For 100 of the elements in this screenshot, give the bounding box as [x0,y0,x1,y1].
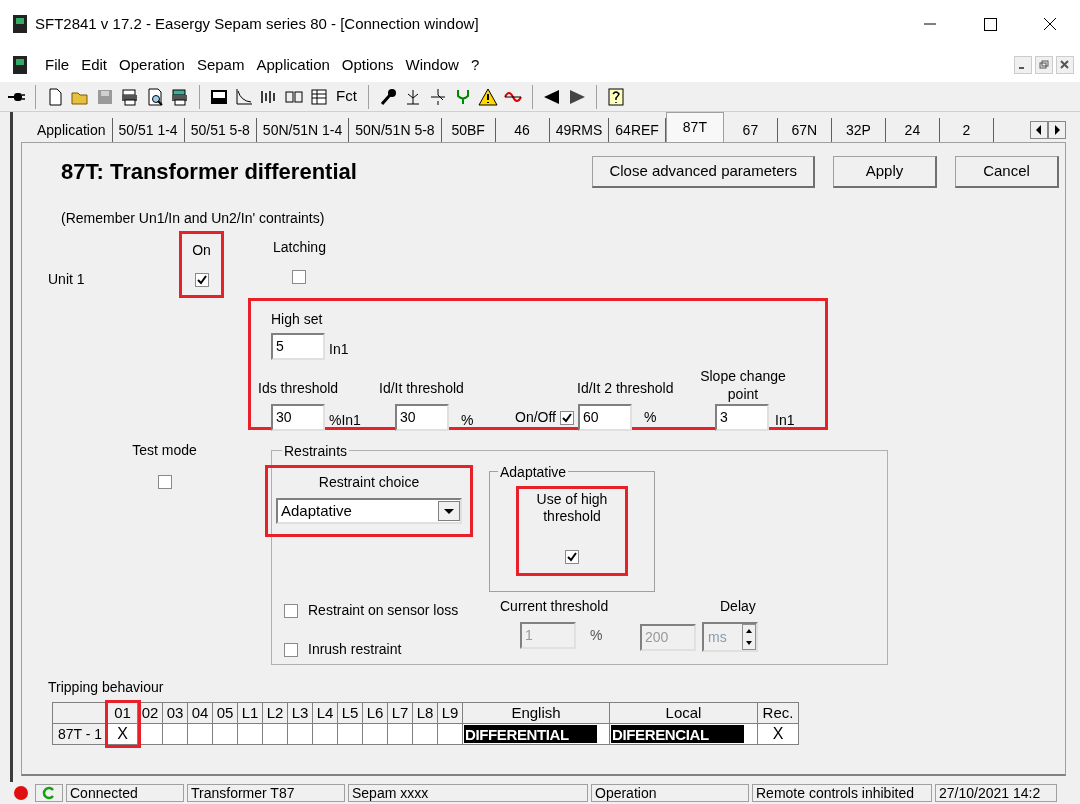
label: % [644,408,657,427]
table-cell[interactable] [313,724,338,745]
table-cell[interactable] [263,724,288,745]
label: Id/It 2 threshold [577,379,674,398]
input-field[interactable]: 30 [271,404,325,431]
table-cell[interactable] [338,724,363,745]
column-header: L3 [288,703,313,724]
table-cell[interactable] [288,724,313,745]
label: Delay [720,597,757,616]
table-cell[interactable] [188,724,213,745]
table-cell[interactable] [163,724,188,745]
table-cell[interactable] [213,724,238,745]
tab-scroll-right-icon[interactable] [1048,121,1066,139]
label: Inrush restraint [308,640,402,659]
column-header: 04 [188,703,213,724]
column-header: English [463,703,610,724]
tab[interactable]: 87T [665,112,724,142]
checkbox[interactable] [565,550,579,564]
curve-chart-icon[interactable] [234,86,254,107]
checkbox[interactable] [157,475,172,489]
spinner-arrows-icon[interactable] [742,624,756,650]
dialog-button[interactable]: Close advanced parameters [592,155,815,188]
label: Use of high threshold [535,491,609,525]
print-preview-icon[interactable] [145,86,165,107]
input-field[interactable]: 3 [715,404,769,431]
column-header: L5 [338,703,363,724]
dialog-button[interactable]: Cancel [955,155,1059,188]
label: Slope change point [699,367,787,403]
menu-item[interactable]: Application [250,53,336,77]
column-header: L1 [238,703,263,724]
label: Current threshold [500,597,610,616]
column-header: L8 [413,703,438,724]
input-field[interactable]: 5 [271,333,325,360]
label: Ids threshold [258,379,339,398]
function-button[interactable]: Fct [334,85,359,108]
warning-icon[interactable] [477,86,498,107]
checkbox[interactable] [284,642,298,657]
column-header: L7 [388,703,413,724]
dialog-button[interactable]: Apply [833,155,937,188]
input-field[interactable]: 60 [578,404,632,431]
column-header: Rec. [758,703,799,724]
menu-item[interactable]: Sepam [190,53,251,77]
table-cell[interactable] [138,724,163,745]
checkbox[interactable] [292,270,307,284]
table-cell[interactable] [438,724,463,745]
table-cell[interactable] [388,724,413,745]
app-icon [13,15,27,33]
column-header: L2 [263,703,288,724]
restraint-choice-dropdown[interactable]: Adaptative [276,498,462,524]
menu-item[interactable]: Options [335,53,400,77]
menu-item[interactable]: Edit [75,53,114,77]
checkbox[interactable] [194,273,209,287]
column-header: 03 [163,703,188,724]
column-header: 05 [213,703,238,724]
menu-item[interactable]: Operation [113,53,191,77]
label: High set [271,310,324,329]
window-title: SFT2841 v 17.2 - Easergy Sepam series 80 - [Connection window] [35,13,479,34]
status-field: Connected [66,784,184,802]
table-cell[interactable] [238,724,263,745]
restore-icon[interactable] [1035,56,1053,74]
panel-heading: 87T: Transformer differential [61,158,357,186]
label: %In1 [329,411,361,430]
print-stack-icon[interactable] [170,86,190,107]
table-icon[interactable] [309,86,329,107]
label: In1 [775,411,795,430]
column-header: 01 [108,703,138,724]
input-field[interactable]: 30 [395,404,449,431]
label: Latching [273,238,326,257]
help-icon[interactable] [605,86,626,107]
print-stack-icon[interactable] [120,86,140,107]
label-cell: DIFERENCIAL [611,725,744,743]
column-header: Local [610,703,758,724]
label: On/Off [515,408,556,427]
status-field: Sepam xxxx [348,784,588,802]
table-cell[interactable] [413,724,438,745]
minimize-icon[interactable] [1014,56,1032,74]
status-field: Remote controls inhibited [752,784,932,802]
label: In1 [329,340,349,359]
app-icon [13,56,27,74]
menu-item[interactable]: ? [464,53,486,77]
row-header: 87T - 1 [53,724,108,745]
menu-item[interactable]: File [39,53,76,77]
status-field: 27/10/2021 14:2 [935,784,1057,802]
menu-item[interactable]: Window [399,53,465,77]
checkbox[interactable] [284,603,298,618]
tab-scroll-left-icon[interactable] [1030,121,1048,139]
refresh-icon [35,784,63,802]
checkbox[interactable] [560,410,574,425]
label: % [461,411,474,430]
close-icon[interactable] [1056,56,1074,74]
label: On [192,241,211,260]
status-field: Operation [591,784,749,802]
table-cell[interactable]: X [758,724,799,745]
column-header: L4 [313,703,338,724]
status-field: Transformer T87 [187,784,345,802]
label-cell: DIFFERENTIAL [464,725,597,743]
table-cell[interactable] [363,724,388,745]
table-cell[interactable]: X [108,724,138,745]
label: Restraint on sensor loss [308,601,459,620]
note-text: (Remember Un1/In and Un2/In' contraints) [61,209,326,228]
